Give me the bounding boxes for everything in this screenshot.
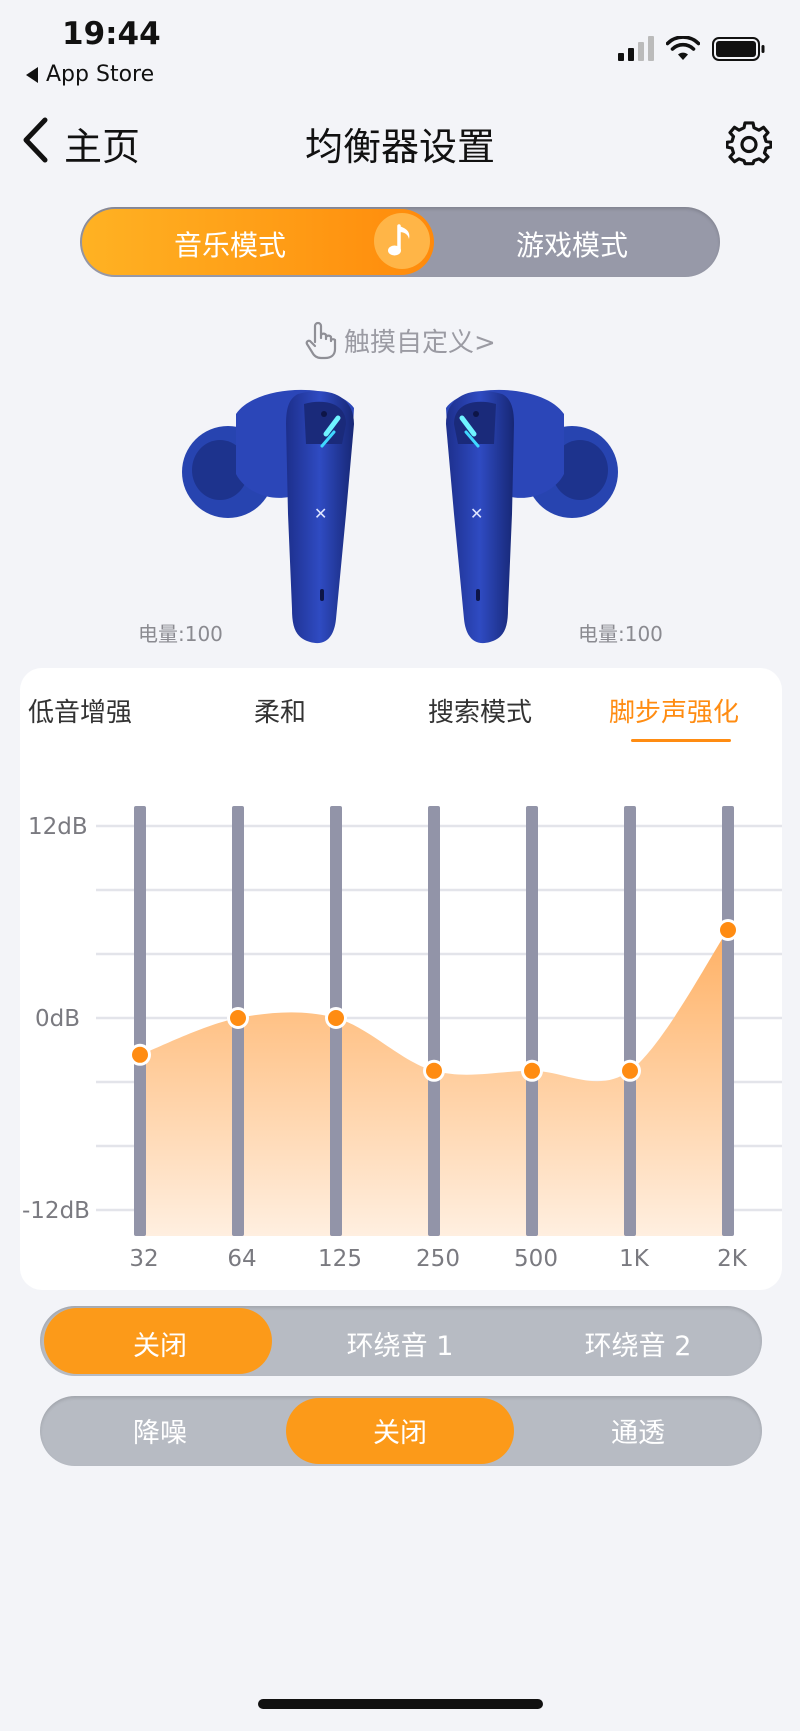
freq-label-32: 32	[129, 1246, 159, 1272]
back-triangle-icon	[26, 66, 38, 83]
eq-slider-track	[624, 806, 636, 1236]
right-earbud-image: ✕	[446, 389, 618, 644]
svg-text:✕: ✕	[314, 504, 327, 523]
eq-slider-knob[interactable]	[426, 1062, 442, 1079]
equalizer-chart[interactable]	[0, 780, 800, 1250]
right-battery-label: 电量:100	[578, 622, 663, 646]
eq-slider-track	[722, 806, 734, 1236]
left-battery-label: 电量:100	[138, 622, 223, 646]
cellular-signal-icon	[618, 36, 654, 61]
music-note-knob[interactable]	[374, 213, 430, 269]
surround-option-off[interactable]: 关闭	[60, 1324, 260, 1363]
eq-slider-knob[interactable]	[622, 1062, 638, 1079]
touch-custom-link[interactable]: 触摸自定义>	[304, 320, 496, 360]
battery-icon	[712, 37, 765, 61]
noise-option-transparency[interactable]: 通透	[538, 1411, 738, 1450]
eq-slider-knob[interactable]	[328, 1010, 344, 1026]
freq-label-500: 500	[514, 1246, 558, 1272]
surround-option-2[interactable]: 环绕音 2	[538, 1324, 738, 1363]
page-title: 均衡器设置	[304, 125, 495, 169]
home-indicator	[258, 1699, 543, 1709]
surround-option-1[interactable]: 环绕音 1	[300, 1324, 500, 1363]
left-earbud-image: ✕	[182, 389, 354, 644]
eq-slider-knob[interactable]	[132, 1046, 148, 1063]
eq-preset-active-underline	[631, 739, 731, 742]
noise-option-anc[interactable]: 降噪	[60, 1411, 260, 1450]
wifi-icon	[666, 36, 700, 60]
music-note-icon	[388, 224, 410, 256]
eq-slider-track	[428, 806, 440, 1236]
eq-slider-track	[526, 806, 538, 1236]
eq-slider-knob[interactable]	[720, 922, 736, 938]
music-mode-option[interactable]: 音乐模式	[150, 224, 310, 264]
freq-label-64: 64	[227, 1246, 257, 1272]
eq-preset-footstep-enhance[interactable]: 脚步声强化	[609, 692, 739, 729]
eq-slider-knob[interactable]	[524, 1062, 540, 1079]
game-mode-option[interactable]: 游戏模式	[492, 224, 652, 264]
touch-custom-label: 触摸自定义>	[344, 327, 496, 358]
svg-text:✕: ✕	[470, 504, 483, 523]
eq-slider-track	[134, 806, 146, 1236]
freq-label-125: 125	[318, 1246, 362, 1272]
settings-gear-icon[interactable]	[726, 121, 772, 167]
eq-slider-knob[interactable]	[230, 1010, 246, 1026]
freq-label-2k: 2K	[717, 1246, 747, 1272]
status-time: 19:44	[62, 16, 161, 52]
back-app-label: App Store	[46, 62, 155, 87]
eq-preset-search-mode[interactable]: 搜索模式	[428, 692, 532, 729]
noise-option-off[interactable]: 关闭	[300, 1411, 500, 1450]
back-to-app-store[interactable]: App Store	[26, 62, 154, 87]
eq-preset-bass-boost[interactable]: 低音增强	[28, 692, 132, 729]
touch-hand-icon	[305, 321, 337, 360]
freq-label-250: 250	[416, 1246, 460, 1272]
eq-preset-soft[interactable]: 柔和	[254, 692, 306, 729]
freq-label-1k: 1K	[619, 1246, 649, 1272]
